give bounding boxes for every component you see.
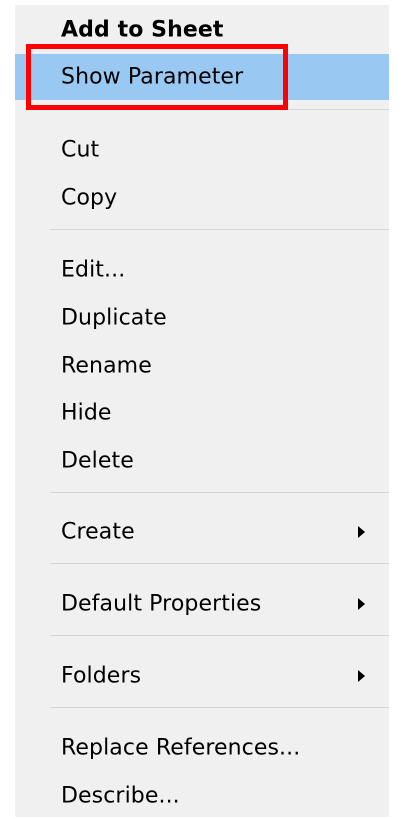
- menu-item-delete[interactable]: Delete: [15, 438, 389, 484]
- menu-item-rename[interactable]: Rename: [15, 343, 389, 389]
- menu-item-label: Describe...: [61, 783, 180, 809]
- menu-item-label: Default Properties: [61, 591, 262, 617]
- menu-item-add-to-sheet[interactable]: Add to Sheet: [15, 7, 389, 53]
- menu-item-copy[interactable]: Copy: [15, 175, 389, 221]
- menu-item-hide[interactable]: Hide: [15, 390, 389, 436]
- menu-item-label: Replace References...: [61, 735, 301, 761]
- menu-item-create[interactable]: Create: [15, 509, 389, 555]
- menu-item-folders[interactable]: Folders: [15, 653, 389, 699]
- menu-item-label: Delete: [61, 448, 134, 474]
- menu-separator: [50, 492, 389, 493]
- submenu-arrow-icon: [358, 526, 365, 538]
- menu-item-label: Duplicate: [61, 305, 167, 331]
- menu-item-show-parameter[interactable]: Show Parameter: [15, 54, 389, 100]
- menu-separator: [50, 109, 389, 110]
- menu-separator: [50, 707, 389, 708]
- menu-separator: [50, 635, 389, 636]
- menu-item-describe[interactable]: Describe...: [15, 773, 389, 819]
- submenu-arrow-icon: [358, 598, 365, 610]
- menu-item-label: Cut: [61, 137, 100, 163]
- menu-separator: [50, 563, 389, 564]
- menu-item-cut[interactable]: Cut: [15, 127, 389, 173]
- menu-item-replace-references[interactable]: Replace References...: [15, 725, 389, 771]
- menu-item-label: Create: [61, 519, 135, 545]
- menu-separator: [50, 229, 389, 230]
- menu-item-label: Show Parameter: [61, 64, 244, 90]
- context-menu: Add to Sheet Show Parameter Cut Copy Edi…: [15, 5, 389, 817]
- submenu-arrow-icon: [358, 670, 365, 682]
- menu-item-label: Copy: [61, 185, 118, 211]
- menu-item-label: Hide: [61, 400, 112, 426]
- menu-item-edit[interactable]: Edit...: [15, 247, 389, 293]
- menu-item-default-properties[interactable]: Default Properties: [15, 581, 389, 627]
- menu-item-label: Rename: [61, 353, 152, 379]
- menu-item-label: Folders: [61, 663, 142, 689]
- menu-item-label: Edit...: [61, 257, 126, 283]
- menu-item-label: Add to Sheet: [61, 17, 224, 43]
- menu-item-duplicate[interactable]: Duplicate: [15, 295, 389, 341]
